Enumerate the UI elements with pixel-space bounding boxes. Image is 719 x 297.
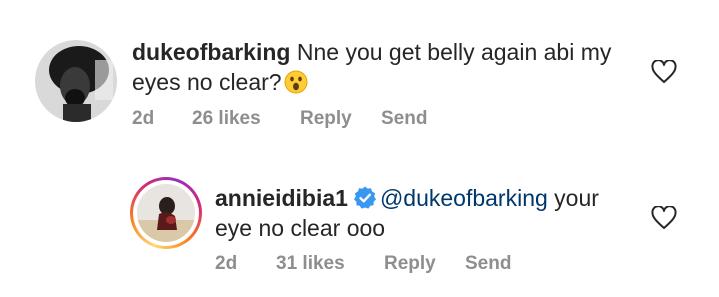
username[interactable]: annieidibia1 [215, 185, 348, 211]
comment-text: dukeofbarking Nne you get belly again ab… [132, 37, 652, 97]
comment-text: annieidibia1 @dukeofbarking your eye no c… [215, 183, 655, 243]
comment-body-line2: eyes no clear? [132, 69, 282, 95]
comment-1: dukeofbarking Nne you get belly again ab… [0, 0, 719, 140]
reply-button[interactable]: Reply [300, 108, 352, 130]
comment-2: annieidibia1 @dukeofbarking your eye no c… [0, 150, 719, 297]
comment-body-line1: Nne you get belly again abi my [296, 39, 612, 65]
avatar[interactable] [35, 40, 117, 122]
like-heart-icon[interactable] [651, 205, 677, 230]
likes-count[interactable]: 31 likes [276, 253, 345, 275]
send-button[interactable]: Send [381, 108, 427, 130]
timestamp[interactable]: 2d [132, 108, 154, 130]
username[interactable]: dukeofbarking [132, 39, 290, 65]
likes-count[interactable]: 26 likes [192, 108, 261, 130]
like-heart-icon[interactable] [651, 59, 677, 84]
timestamp[interactable]: 2d [215, 253, 237, 275]
verified-badge-icon [352, 185, 378, 211]
send-button[interactable]: Send [465, 253, 511, 275]
avatar-photo-icon [35, 40, 117, 122]
avatar-photo-icon [137, 184, 195, 242]
comment-body-line2: eye no clear ooo [215, 215, 386, 241]
reply-button[interactable]: Reply [384, 253, 436, 275]
mention-link[interactable]: @dukeofbarking [380, 185, 548, 211]
astonished-face-emoji-icon [284, 70, 308, 94]
avatar[interactable] [137, 184, 195, 242]
comment-meta: 2d 26 likes Reply Send [132, 108, 532, 132]
comment-meta: 2d 31 likes Reply Send [215, 253, 615, 277]
comment-body-line1: your [547, 185, 599, 211]
